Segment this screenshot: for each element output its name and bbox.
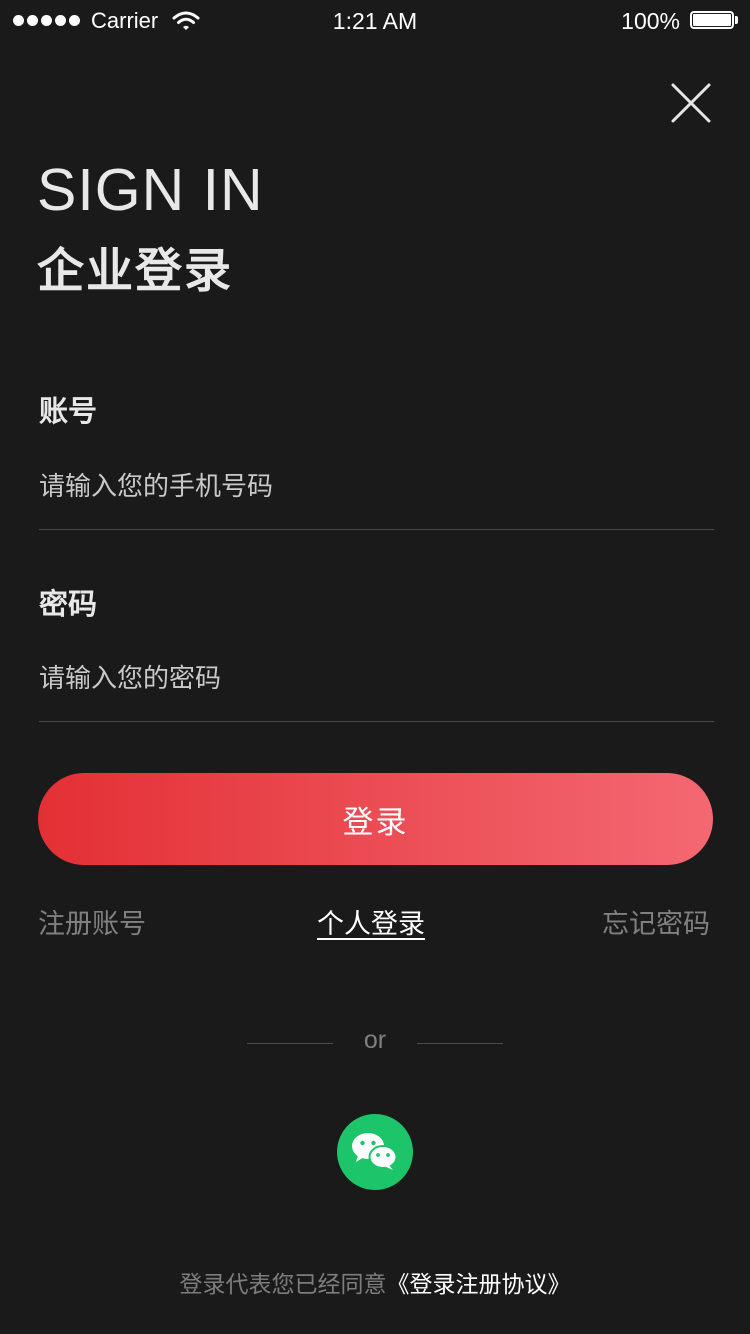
wechat-icon	[352, 1133, 398, 1170]
divider-line-right	[417, 1043, 503, 1044]
login-button[interactable]: 登录	[38, 773, 713, 865]
wechat-login-button[interactable]	[337, 1114, 413, 1190]
page-subtitle: 企业登录	[37, 244, 233, 299]
account-input[interactable]	[39, 457, 714, 530]
close-button[interactable]	[668, 80, 714, 126]
status-bar: Carrier 1:21 AM 100%	[0, 0, 750, 44]
register-link[interactable]: 注册账号	[38, 905, 146, 945]
agreement-prefix: 登录代表您已经同意	[179, 1272, 387, 1298]
forgot-password-link[interactable]: 忘记密码	[602, 905, 710, 945]
agreement-text: 登录代表您已经同意《登录注册协议》	[0, 1268, 750, 1302]
page-title: SIGN IN	[37, 157, 264, 223]
agreement-link[interactable]: 《登录注册协议》	[387, 1272, 571, 1298]
personal-login-link[interactable]: 个人登录	[317, 905, 425, 945]
password-label: 密码	[39, 587, 98, 621]
account-label: 账号	[39, 394, 98, 428]
divider-or: or	[363, 1026, 387, 1054]
battery-percent: 100%	[621, 8, 680, 34]
close-icon	[671, 83, 711, 123]
battery-icon	[690, 11, 740, 31]
password-input[interactable]	[39, 649, 714, 722]
